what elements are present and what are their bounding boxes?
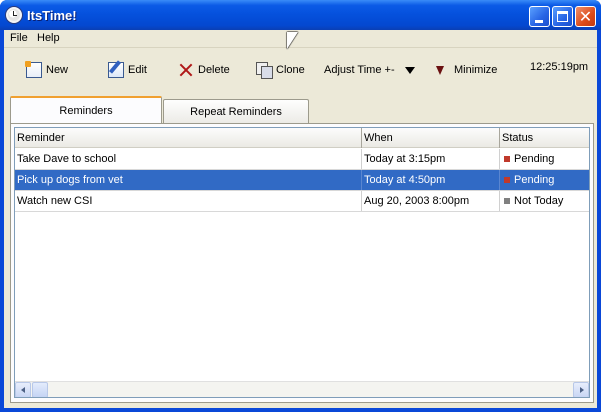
menu-bar: File Help [4,30,597,48]
delete-button[interactable]: Delete [178,61,230,79]
maximize-window-button[interactable] [552,6,573,27]
window-title: ItsTime! [27,8,77,23]
table-row[interactable]: Watch new CSI Aug 20, 2003 8:00pm Not To… [15,191,589,212]
reminder-cell: Pick up dogs from vet [15,170,362,190]
reminder-cell: Take Dave to school [15,149,362,169]
clone-button-label: Clone [276,64,305,76]
adjust-time-dropdown[interactable]: Adjust Time +- [324,61,415,79]
new-button-label: New [46,64,69,76]
title-bar[interactable]: ItsTime! ✕ [0,0,601,30]
toolbar: New Edit Delete Clone Adjust Time +- Min… [4,49,597,93]
close-icon: ✕ [578,7,593,26]
maximize-icon [557,11,568,22]
status-label: Pending [514,153,555,165]
edit-button[interactable]: Edit [108,61,147,79]
status-cell: Pending [500,149,589,169]
status-cell: Not Today [500,191,589,211]
adjust-time-label: Adjust Time +- [324,64,395,76]
clock-icon [6,7,22,23]
table-row[interactable]: Take Dave to school Today at 3:15pm Pend… [15,149,589,170]
client-area: File Help New Edit Delete Clone Adjust T… [4,30,597,408]
column-header-status[interactable]: Status [500,128,589,148]
status-label: Pending [514,174,555,186]
edit-pencil-icon [108,62,124,78]
reminders-table: Reminder When Status Take Dave to school… [14,127,590,398]
status-label: Not Today [514,195,564,207]
app-window: ItsTime! ✕ File Help New Edit Delete Clo… [0,0,601,412]
status-square-icon [504,177,510,183]
close-window-button[interactable]: ✕ [575,6,596,27]
clone-copy-icon [256,62,273,79]
scrollbar-thumb[interactable] [32,382,48,397]
when-cell: Aug 20, 2003 8:00pm [362,191,500,211]
table-row[interactable]: Pick up dogs from vet Today at 4:50pm Pe… [15,170,589,191]
scroll-right-arrow-icon[interactable] [573,382,589,397]
menu-help[interactable]: Help [37,32,60,44]
new-button[interactable]: New [25,61,69,79]
column-header-when[interactable]: When [362,128,500,148]
new-document-icon [25,61,42,78]
menu-file[interactable]: File [10,32,28,44]
dropdown-arrow-icon [404,66,415,74]
table-header: Reminder When Status [15,128,589,148]
edit-button-label: Edit [128,64,147,76]
delete-x-icon [178,62,194,78]
when-cell: Today at 3:15pm [362,149,500,169]
delete-button-label: Delete [198,64,230,76]
tab-strip: Reminders Repeat Reminders [10,96,594,123]
status-square-icon [504,198,510,204]
clock-display: 12:25:19pm [530,61,589,73]
when-cell: Today at 4:50pm [362,170,500,190]
column-header-reminder[interactable]: Reminder [15,128,362,148]
horizontal-scrollbar[interactable] [15,381,589,397]
minimize-icon [535,20,543,23]
mouse-pointer-icon [287,32,298,49]
reminder-cell: Watch new CSI [15,191,362,211]
status-cell: Pending [500,170,589,190]
status-square-icon [504,156,510,162]
minimize-button-label: Minimize [454,64,498,76]
tab-repeat-reminders[interactable]: Repeat Reminders [163,99,309,123]
clone-button[interactable]: Clone [256,61,305,79]
minimize-triangle-icon [436,65,444,75]
tab-reminders[interactable]: Reminders [10,96,162,123]
minimize-button[interactable]: Minimize [436,61,497,79]
minimize-window-button[interactable] [529,6,550,27]
scroll-left-arrow-icon[interactable] [15,382,31,397]
tab-panel: Reminder When Status Take Dave to school… [10,123,594,403]
